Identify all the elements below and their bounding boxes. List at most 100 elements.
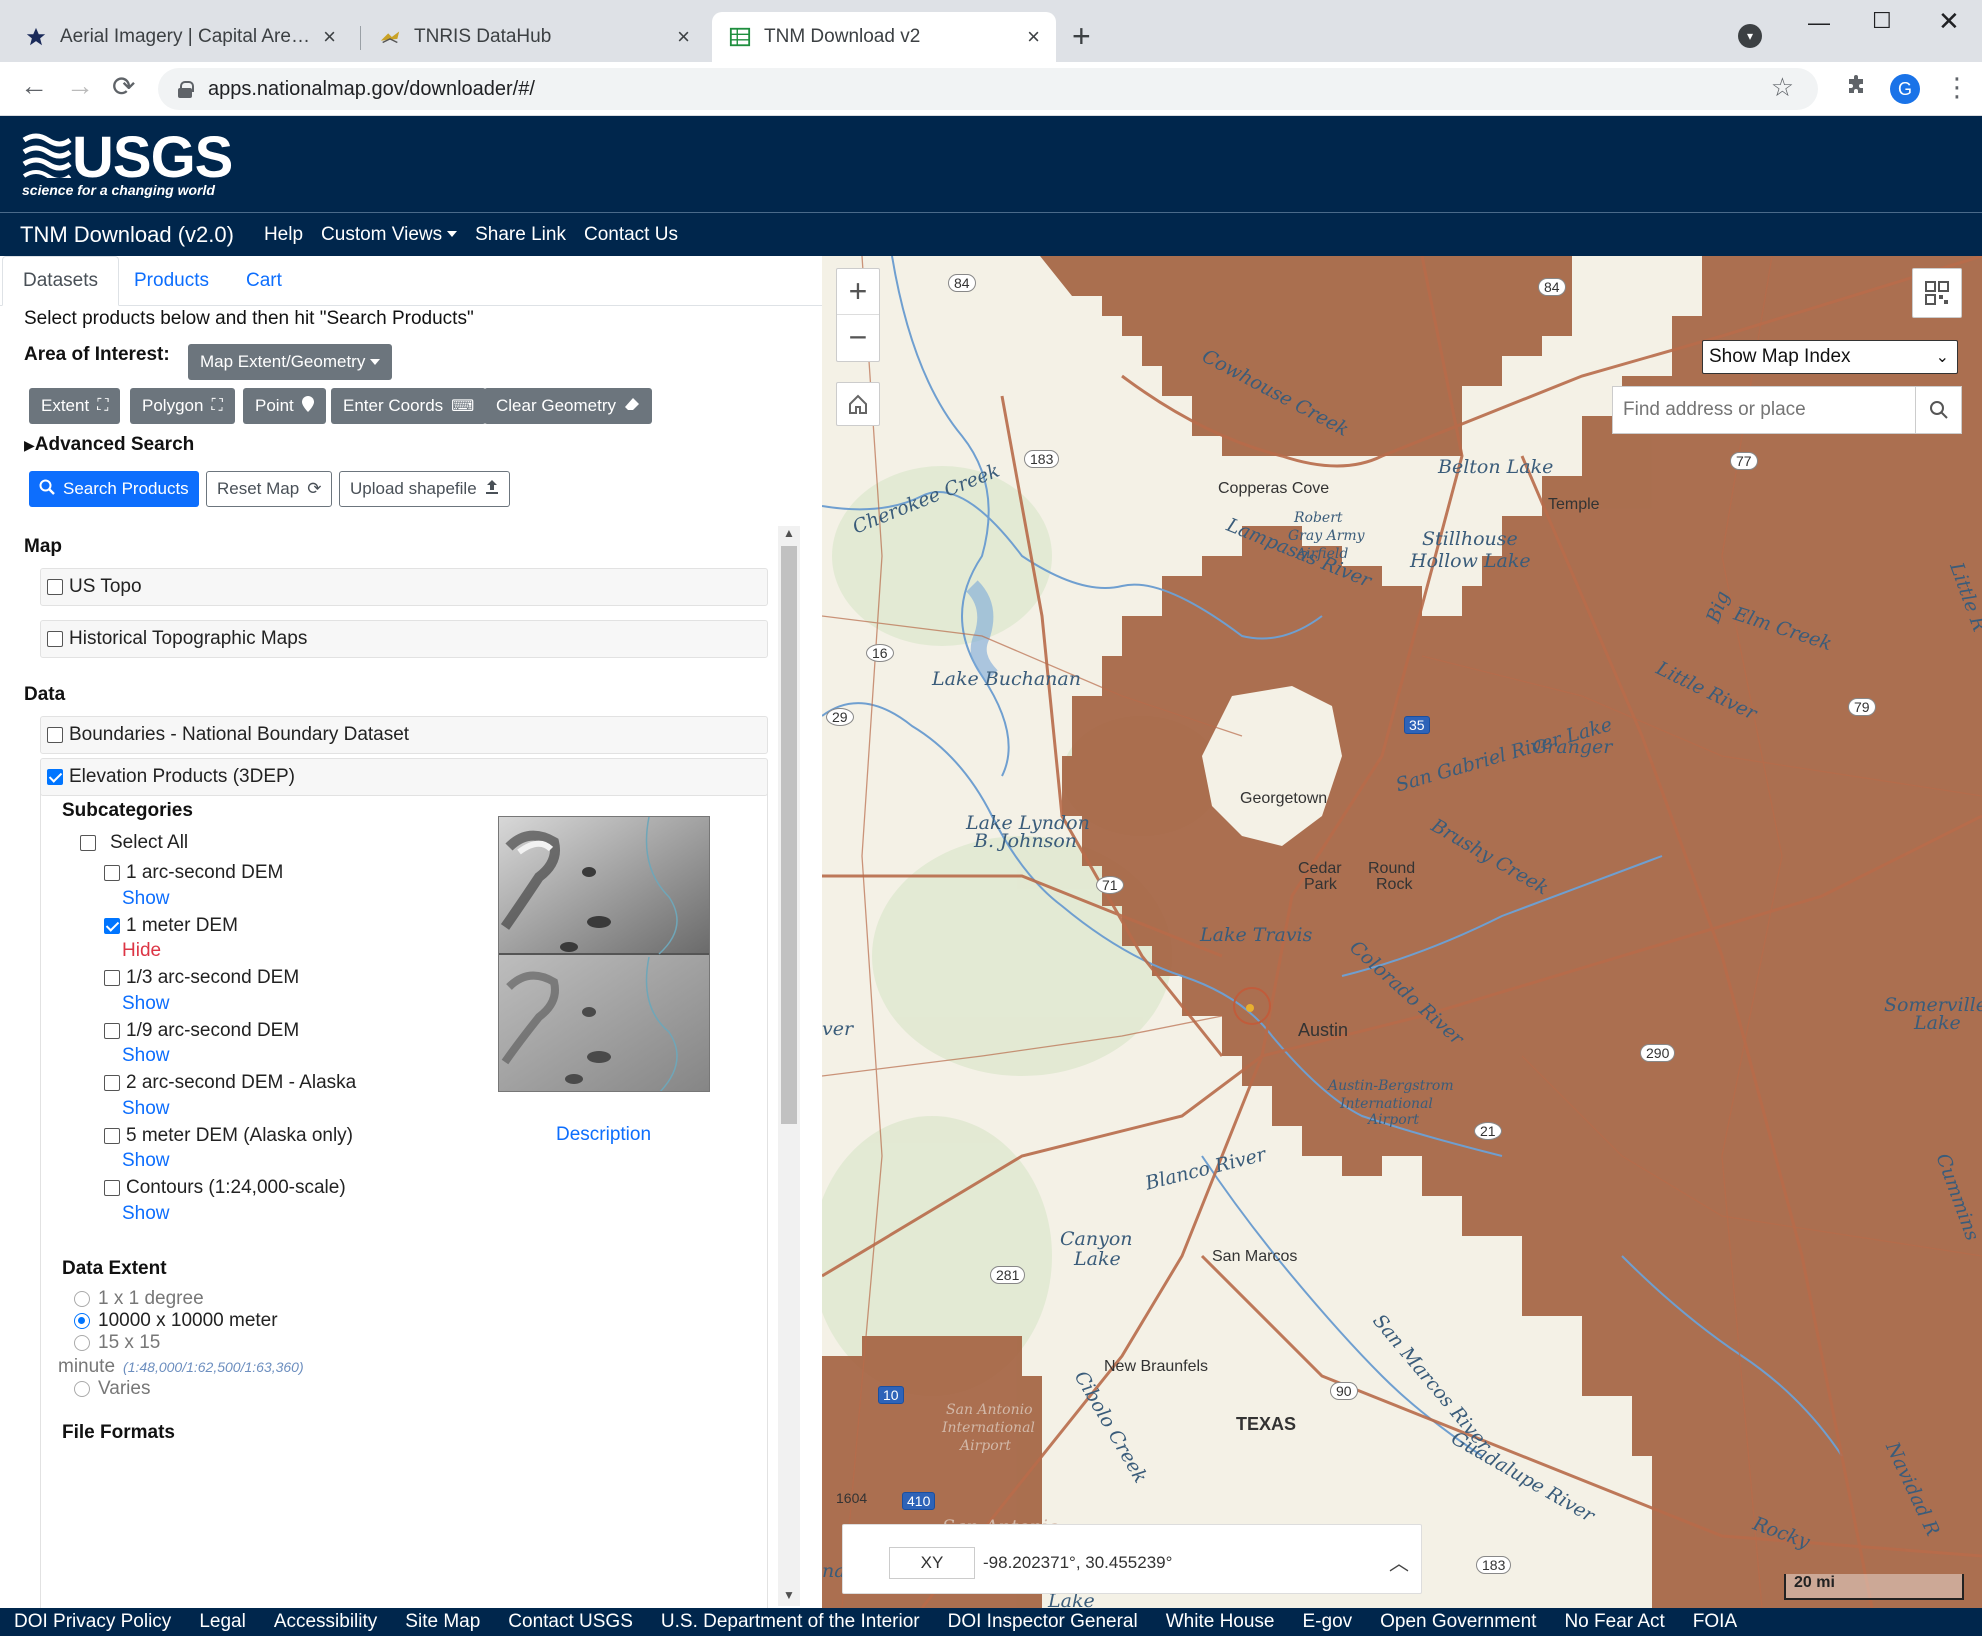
map-index-select[interactable]: Show Map Index ⌄ bbox=[1702, 340, 1958, 374]
point-button[interactable]: Point bbox=[243, 388, 326, 424]
footer-link[interactable]: Open Government bbox=[1380, 1611, 1536, 1633]
select-all-checkbox[interactable] bbox=[80, 835, 96, 851]
description-link[interactable]: Description bbox=[556, 1124, 651, 1146]
subcat-5-meter-alaska[interactable]: 5 meter DEM (Alaska only) bbox=[104, 1125, 353, 1147]
us-topo-checkbox[interactable] bbox=[47, 579, 63, 595]
extent-button[interactable]: Extent ⛶ bbox=[29, 388, 121, 424]
subcat-1-arc-checkbox[interactable] bbox=[104, 865, 120, 881]
dataset-list[interactable]: Map US Topo Historical Topographic Maps … bbox=[24, 524, 800, 1608]
footer-link[interactable]: White House bbox=[1166, 1611, 1275, 1633]
maximize-icon[interactable]: ☐ bbox=[1872, 8, 1892, 34]
subcat-1-meter-checkbox[interactable] bbox=[104, 918, 120, 934]
tab-cart[interactable]: Cart bbox=[226, 256, 302, 306]
subcat-contours-checkbox[interactable] bbox=[104, 1180, 120, 1196]
subcat-1-meter[interactable]: 1 meter DEM bbox=[104, 915, 238, 937]
forward-icon[interactable]: → bbox=[66, 70, 94, 102]
subcat-1-arc-show-link[interactable]: Show bbox=[122, 888, 170, 910]
geo-search-input[interactable] bbox=[1613, 387, 1915, 433]
dataset-elevation[interactable]: Elevation Products (3DEP) bbox=[40, 758, 768, 796]
basemap-gallery-icon[interactable] bbox=[1912, 268, 1962, 318]
subcat-5-meter-alaska-checkbox[interactable] bbox=[104, 1128, 120, 1144]
zoom-in-icon[interactable]: + bbox=[837, 269, 879, 315]
nav-help[interactable]: Help bbox=[264, 224, 303, 246]
nav-share-link[interactable]: Share Link bbox=[475, 224, 566, 246]
browser-tab-tnm[interactable]: TNM Download v2 × bbox=[712, 12, 1056, 62]
scrollbar-thumb[interactable] bbox=[781, 546, 797, 1124]
subcat-ninth-arc-checkbox[interactable] bbox=[104, 1023, 120, 1039]
extent-option-1x1[interactable]: 1 x 1 degree bbox=[74, 1288, 204, 1310]
bookmark-star-icon[interactable]: ☆ bbox=[1771, 72, 1794, 103]
profile-avatar[interactable]: G bbox=[1890, 74, 1920, 104]
boundaries-checkbox[interactable] bbox=[47, 727, 63, 743]
polygon-button[interactable]: Polygon ⛶ bbox=[130, 388, 235, 424]
historical-topo-checkbox[interactable] bbox=[47, 631, 63, 647]
minimize-icon[interactable]: — bbox=[1808, 10, 1830, 36]
address-bar[interactable]: apps.nationalmap.gov/downloader/#/ ☆ bbox=[158, 68, 1818, 110]
footer-link[interactable]: DOI Privacy Policy bbox=[14, 1611, 171, 1633]
footer-link[interactable]: Legal bbox=[199, 1611, 246, 1633]
window-close-icon[interactable]: ✕ bbox=[1938, 6, 1960, 37]
tab-search-icon[interactable]: ▾ bbox=[1738, 24, 1762, 48]
dataset-historical-topo[interactable]: Historical Topographic Maps bbox=[40, 620, 768, 658]
subcat-third-arc-show-link[interactable]: Show bbox=[122, 993, 170, 1015]
footer-link[interactable]: Accessibility bbox=[274, 1611, 377, 1633]
subcat-ninth-arc[interactable]: 1/9 arc-second DEM bbox=[104, 1020, 299, 1042]
nav-contact-us[interactable]: Contact Us bbox=[584, 224, 678, 246]
scroll-up-icon[interactable]: ▲ bbox=[778, 526, 800, 544]
dataset-us-topo[interactable]: US Topo bbox=[40, 568, 768, 606]
extent-option-varies[interactable]: Varies bbox=[74, 1378, 150, 1400]
clear-geometry-button[interactable]: Clear Geometry bbox=[484, 388, 652, 424]
app-brand[interactable]: TNM Download (v2.0) bbox=[20, 222, 234, 248]
close-icon[interactable]: × bbox=[323, 24, 336, 50]
subcat-third-arc-checkbox[interactable] bbox=[104, 970, 120, 986]
subcat-contours-show-link[interactable]: Show bbox=[122, 1203, 170, 1225]
map-view[interactable]: Cowhouse Creek Belton Lake Copperas Cove… bbox=[822, 256, 1982, 1608]
enter-coords-button[interactable]: Enter Coords ⌨ bbox=[331, 388, 487, 424]
reset-map-button[interactable]: Reset Map ⟳ bbox=[206, 471, 333, 507]
extent-radio-10000[interactable] bbox=[74, 1313, 90, 1329]
close-icon[interactable]: × bbox=[1027, 24, 1040, 50]
subcat-1-arc[interactable]: 1 arc-second DEM bbox=[104, 862, 283, 884]
subcat-ninth-arc-show-link[interactable]: Show bbox=[122, 1045, 170, 1067]
close-icon[interactable]: × bbox=[677, 24, 690, 50]
search-products-button[interactable]: Search Products bbox=[29, 471, 199, 507]
subcat-2-arc-alaska-checkbox[interactable] bbox=[104, 1075, 120, 1091]
coord-mode-button[interactable]: XY bbox=[889, 1547, 975, 1579]
extensions-icon[interactable] bbox=[1844, 74, 1868, 105]
scroll-down-icon[interactable]: ▼ bbox=[778, 1588, 800, 1606]
subcat-2-arc-alaska-show-link[interactable]: Show bbox=[122, 1098, 170, 1120]
dataset-list-scrollbar[interactable]: ▲ ▼ bbox=[778, 526, 800, 1606]
tab-products[interactable]: Products bbox=[114, 256, 229, 306]
browser-menu-icon[interactable]: ⋮ bbox=[1944, 72, 1970, 103]
elevation-checkbox[interactable] bbox=[47, 769, 63, 785]
footer-link[interactable]: DOI Inspector General bbox=[948, 1611, 1138, 1633]
extent-radio-varies[interactable] bbox=[74, 1381, 90, 1397]
footer-link[interactable]: Contact USGS bbox=[508, 1611, 633, 1633]
subcat-contours[interactable]: Contours (1:24,000-scale) bbox=[104, 1177, 346, 1199]
zoom-out-icon[interactable]: − bbox=[837, 315, 879, 361]
extent-option-10000[interactable]: 10000 x 10000 meter bbox=[74, 1310, 278, 1332]
footer-link[interactable]: No Fear Act bbox=[1564, 1611, 1664, 1633]
home-icon[interactable] bbox=[836, 382, 880, 426]
browser-tab-aerial[interactable]: Aerial Imagery | Capital Area Cou × bbox=[8, 12, 352, 62]
search-icon[interactable] bbox=[1915, 387, 1961, 433]
advanced-search-toggle[interactable]: ▶Advanced Search bbox=[24, 434, 194, 456]
reload-icon[interactable]: ⟳ bbox=[112, 70, 135, 103]
subcat-2-arc-alaska[interactable]: 2 arc-second DEM - Alaska bbox=[104, 1072, 356, 1094]
aoi-dropdown[interactable]: Map Extent/Geometry bbox=[188, 344, 393, 380]
subcat-third-arc[interactable]: 1/3 arc-second DEM bbox=[104, 967, 299, 989]
select-all-row[interactable]: Select All bbox=[80, 832, 188, 854]
extent-radio-15x15[interactable] bbox=[74, 1335, 90, 1351]
back-icon[interactable]: ← bbox=[20, 70, 48, 102]
extent-radio-1x1[interactable] bbox=[74, 1291, 90, 1307]
subcat-1-meter-hide-link[interactable]: Hide bbox=[122, 940, 161, 962]
tab-datasets[interactable]: Datasets bbox=[2, 256, 119, 306]
chevron-up-icon[interactable]: ︿ bbox=[1389, 1547, 1409, 1576]
new-tab-button[interactable]: + bbox=[1072, 18, 1091, 55]
footer-link[interactable]: FOIA bbox=[1693, 1611, 1737, 1633]
usgs-logo[interactable]: USGS science for a changing world bbox=[22, 125, 233, 200]
footer-link[interactable]: Site Map bbox=[405, 1611, 480, 1633]
extent-option-15x15[interactable]: 15 x 15 bbox=[74, 1332, 160, 1354]
footer-link[interactable]: U.S. Department of the Interior bbox=[661, 1611, 920, 1633]
nav-custom-views[interactable]: Custom Views bbox=[321, 224, 458, 246]
